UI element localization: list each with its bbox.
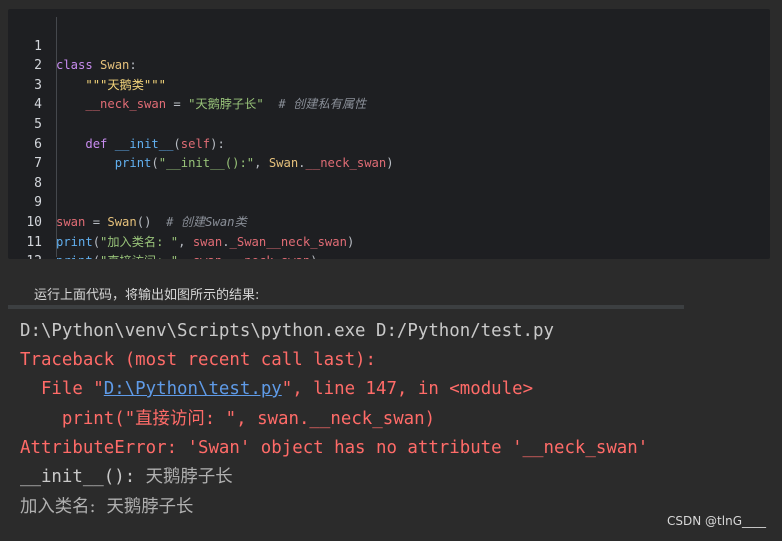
code-line-8: 8 — [8, 154, 770, 191]
code-line-5: 5 def __init__(self): — [8, 95, 770, 151]
file-suffix: ", line 147, in <module> — [281, 379, 534, 399]
code-line-1: 1 class Swan: — [8, 17, 770, 73]
console-output-panel: D:\Python\venv\Scripts\python.exe D:/Pyt… — [8, 305, 684, 541]
console-source-line: print("直接访问: ", swan.__neck_swan) — [20, 409, 436, 429]
code-line-12: 12 — [8, 233, 770, 269]
code-line-3: 3 __neck_swan = "天鹅脖子长" # 创建私有属性 — [8, 56, 770, 112]
console-command-line: D:\Python\venv\Scripts\python.exe D:/Pyt… — [20, 321, 554, 341]
code-line-7: 7 — [8, 135, 770, 171]
output-prefix: __init__(): — [20, 467, 146, 487]
code-line-4: 4 — [8, 76, 770, 112]
code-line-9: 9 swan = Swan() # 创建Swan类 — [8, 174, 770, 229]
code-line-11: 11 print("直接访问: ", swan.__neck_swan) — [8, 213, 770, 269]
console-traceback-file: File "D:\Python\test.py", line 147, in <… — [20, 377, 533, 401]
result-description: 运行上面代码，将输出如图所示的结果: — [34, 288, 260, 303]
console-traceback-header: Traceback (most recent call last): — [20, 350, 376, 370]
code-lines: 1 class Swan: 2 """天鹅类""" 3 __neck_swan … — [8, 17, 770, 270]
output-value: 天鹅脖子长 — [145, 467, 233, 487]
code-line-10: 10 print("加入类名: ", swan._Swan__neck_swan… — [8, 193, 770, 249]
console-error-message: AttributeError: 'Swan' object has no att… — [20, 438, 649, 458]
code-line-6: 6 print("__init__():", Swan.__neck_swan) — [8, 115, 770, 171]
code-line-2: 2 """天鹅类""" — [8, 37, 770, 92]
file-link[interactable]: D:\Python\test.py — [104, 379, 282, 399]
file-prefix: File " — [20, 379, 104, 399]
csdn-watermark: CSDN @tlnG____ — [667, 514, 766, 528]
code-editor-panel: 1 class Swan: 2 """天鹅类""" 3 __neck_swan … — [8, 9, 770, 270]
console-output-line-1: __init__(): 天鹅脖子长 — [20, 465, 233, 489]
console-output-line-2: 加入类名: 天鹅脖子长 — [20, 497, 194, 517]
